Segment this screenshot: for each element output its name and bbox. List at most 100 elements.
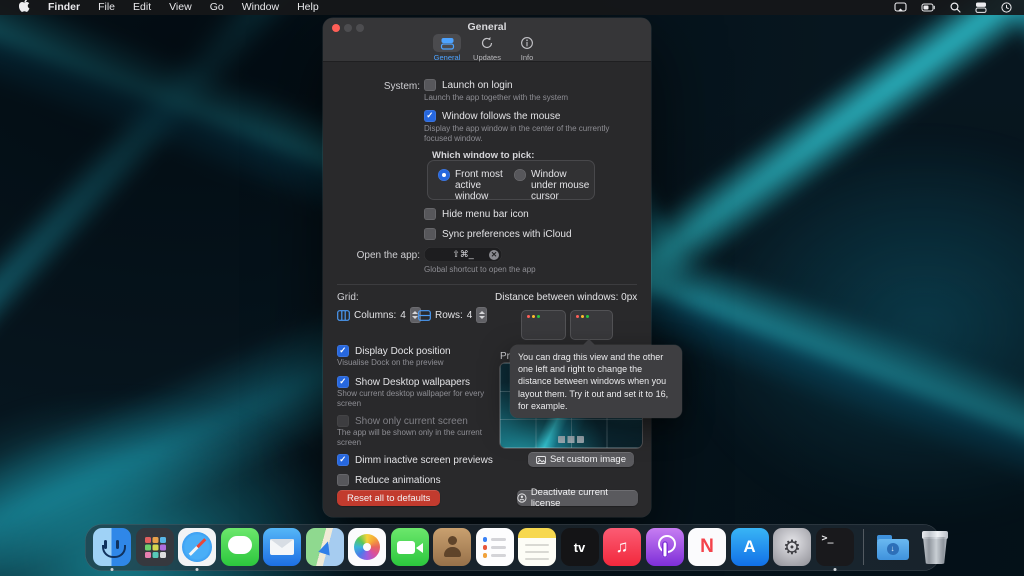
display-dock-row[interactable]: Display Dock position bbox=[337, 345, 451, 357]
menu-app-name[interactable]: Finder bbox=[39, 0, 89, 15]
screen-mirroring-icon[interactable] bbox=[894, 2, 907, 13]
set-custom-image-button[interactable]: Set custom image bbox=[528, 452, 634, 467]
downloads-folder-icon: ↓ bbox=[874, 528, 912, 566]
window-follows-mouse-checkbox[interactable] bbox=[424, 110, 436, 122]
menu-help[interactable]: Help bbox=[288, 0, 328, 15]
dock-photos[interactable] bbox=[348, 528, 386, 567]
dimm-previews-checkbox[interactable] bbox=[337, 454, 349, 466]
dock-contacts[interactable] bbox=[433, 528, 471, 567]
window-under-label: Window under mouse cursor bbox=[531, 169, 590, 202]
license-icon bbox=[517, 493, 527, 503]
dock-facetime[interactable] bbox=[390, 528, 429, 567]
launch-on-login-checkbox[interactable] bbox=[424, 79, 436, 91]
dock-messages[interactable] bbox=[220, 528, 259, 567]
columns-control: Columns: 4 bbox=[337, 307, 421, 323]
window-follows-mouse-row[interactable]: Window follows the mouse bbox=[424, 110, 560, 122]
dock-tv[interactable]: tv bbox=[560, 528, 599, 567]
rows-icon bbox=[418, 309, 431, 321]
distance-label: Distance between windows: 0px bbox=[495, 292, 638, 303]
battery-icon[interactable] bbox=[921, 3, 936, 12]
spotlight-search-icon[interactable] bbox=[950, 2, 961, 13]
tab-general[interactable]: General bbox=[429, 34, 465, 62]
front-most-radio[interactable] bbox=[438, 169, 450, 181]
radio-front-most[interactable]: Front most active window bbox=[438, 169, 511, 202]
dock-trash[interactable] bbox=[916, 528, 954, 567]
sync-icloud-row[interactable]: Sync preferences with iCloud bbox=[424, 228, 572, 240]
display-dock-description: Visualise Dock on the preview bbox=[337, 358, 444, 367]
launch-on-login-row[interactable]: Launch on login bbox=[424, 79, 513, 91]
maps-icon bbox=[305, 528, 344, 566]
clock-icon[interactable] bbox=[1001, 2, 1012, 13]
open-app-description: Global shortcut to open the app bbox=[424, 265, 536, 274]
tab-updates[interactable]: Updates bbox=[469, 34, 505, 62]
dock-mail[interactable] bbox=[263, 528, 301, 567]
menu-window[interactable]: Window bbox=[233, 0, 288, 15]
dock-safari[interactable] bbox=[178, 528, 216, 571]
dock-reminders[interactable] bbox=[475, 528, 514, 567]
shortcut-field[interactable]: ⇧⌘_ ✕ bbox=[424, 247, 502, 262]
dock: tv ♫ N A ⚙ ↓ bbox=[85, 524, 948, 571]
dock-launchpad[interactable] bbox=[135, 528, 174, 567]
distance-window-right[interactable] bbox=[570, 310, 613, 340]
photos-icon bbox=[348, 528, 386, 566]
set-custom-image-label: Set custom image bbox=[549, 454, 627, 465]
app-store-icon: A bbox=[730, 528, 769, 566]
contacts-icon bbox=[433, 528, 471, 566]
general-tab-label: General bbox=[433, 53, 461, 62]
rows-label: Rows: bbox=[435, 309, 463, 321]
dimm-previews-row[interactable]: Dimm inactive screen previews bbox=[337, 454, 493, 466]
apple-menu-icon[interactable] bbox=[10, 0, 39, 17]
dock-notes[interactable] bbox=[518, 528, 556, 567]
reduce-animations-row[interactable]: Reduce animations bbox=[337, 474, 441, 486]
hide-menu-bar-row[interactable]: Hide menu bar icon bbox=[424, 208, 529, 220]
dock-music[interactable]: ♫ bbox=[603, 528, 641, 567]
desktop: Finder File Edit View Go Window Help Gen… bbox=[0, 0, 1024, 576]
menu-view[interactable]: View bbox=[160, 0, 201, 15]
open-app-section-label: Open the app: bbox=[356, 250, 420, 261]
running-indicator bbox=[833, 567, 836, 571]
dock-podcasts[interactable] bbox=[645, 528, 684, 567]
window-follows-mouse-description: Display the app window in the center of … bbox=[424, 124, 610, 143]
updates-tab-icon bbox=[473, 34, 501, 52]
menu-edit[interactable]: Edit bbox=[124, 0, 160, 15]
trash-icon bbox=[916, 528, 954, 566]
deactivate-license-button[interactable]: Deactivate current license bbox=[517, 487, 638, 509]
app-windows-menu-icon[interactable] bbox=[975, 2, 987, 13]
reduce-animations-checkbox[interactable] bbox=[337, 474, 349, 486]
sync-icloud-checkbox[interactable] bbox=[424, 228, 436, 240]
dock-maps[interactable] bbox=[305, 528, 344, 567]
dock-appstore[interactable]: A bbox=[730, 528, 769, 567]
mini-traffic-lights bbox=[527, 315, 540, 318]
dimm-previews-label: Dimm inactive screen previews bbox=[355, 454, 493, 466]
dock-settings[interactable]: ⚙ bbox=[773, 528, 811, 567]
shortcut-value: ⇧⌘_ bbox=[452, 249, 474, 259]
tv-icon: tv bbox=[560, 528, 599, 566]
tab-info[interactable]: Info bbox=[509, 34, 545, 62]
hide-menu-bar-checkbox[interactable] bbox=[424, 208, 436, 220]
shortcut-clear-icon[interactable]: ✕ bbox=[489, 249, 499, 260]
dock-terminal[interactable] bbox=[815, 528, 854, 571]
reset-defaults-button[interactable]: Reset all to defaults bbox=[337, 490, 441, 506]
show-wallpapers-checkbox[interactable] bbox=[337, 376, 349, 388]
window-content: System: Launch on login Launch the app t… bbox=[323, 62, 682, 517]
rows-stepper[interactable] bbox=[476, 307, 488, 323]
mini-traffic-lights bbox=[576, 315, 589, 318]
display-dock-checkbox[interactable] bbox=[337, 345, 349, 357]
dock-finder[interactable] bbox=[93, 528, 131, 571]
dock-downloads[interactable]: ↓ bbox=[874, 528, 912, 567]
launchpad-icon bbox=[135, 528, 174, 566]
menu-go[interactable]: Go bbox=[201, 0, 233, 15]
mail-icon bbox=[263, 528, 301, 566]
dock-news[interactable]: N bbox=[688, 528, 726, 567]
window-under-radio[interactable] bbox=[514, 169, 526, 181]
show-wallpapers-row[interactable]: Show Desktop wallpapers bbox=[337, 376, 470, 388]
distance-window-left[interactable] bbox=[521, 310, 566, 340]
hide-menu-bar-label: Hide menu bar icon bbox=[442, 208, 529, 220]
image-icon bbox=[536, 455, 546, 464]
preferences-window: General General Updates Info System: Lau… bbox=[323, 18, 682, 517]
menu-file[interactable]: File bbox=[89, 0, 124, 15]
radio-window-under[interactable]: Window under mouse cursor bbox=[514, 169, 591, 202]
general-tab-icon bbox=[433, 34, 461, 52]
section-divider bbox=[337, 284, 637, 285]
display-dock-label: Display Dock position bbox=[355, 345, 451, 357]
